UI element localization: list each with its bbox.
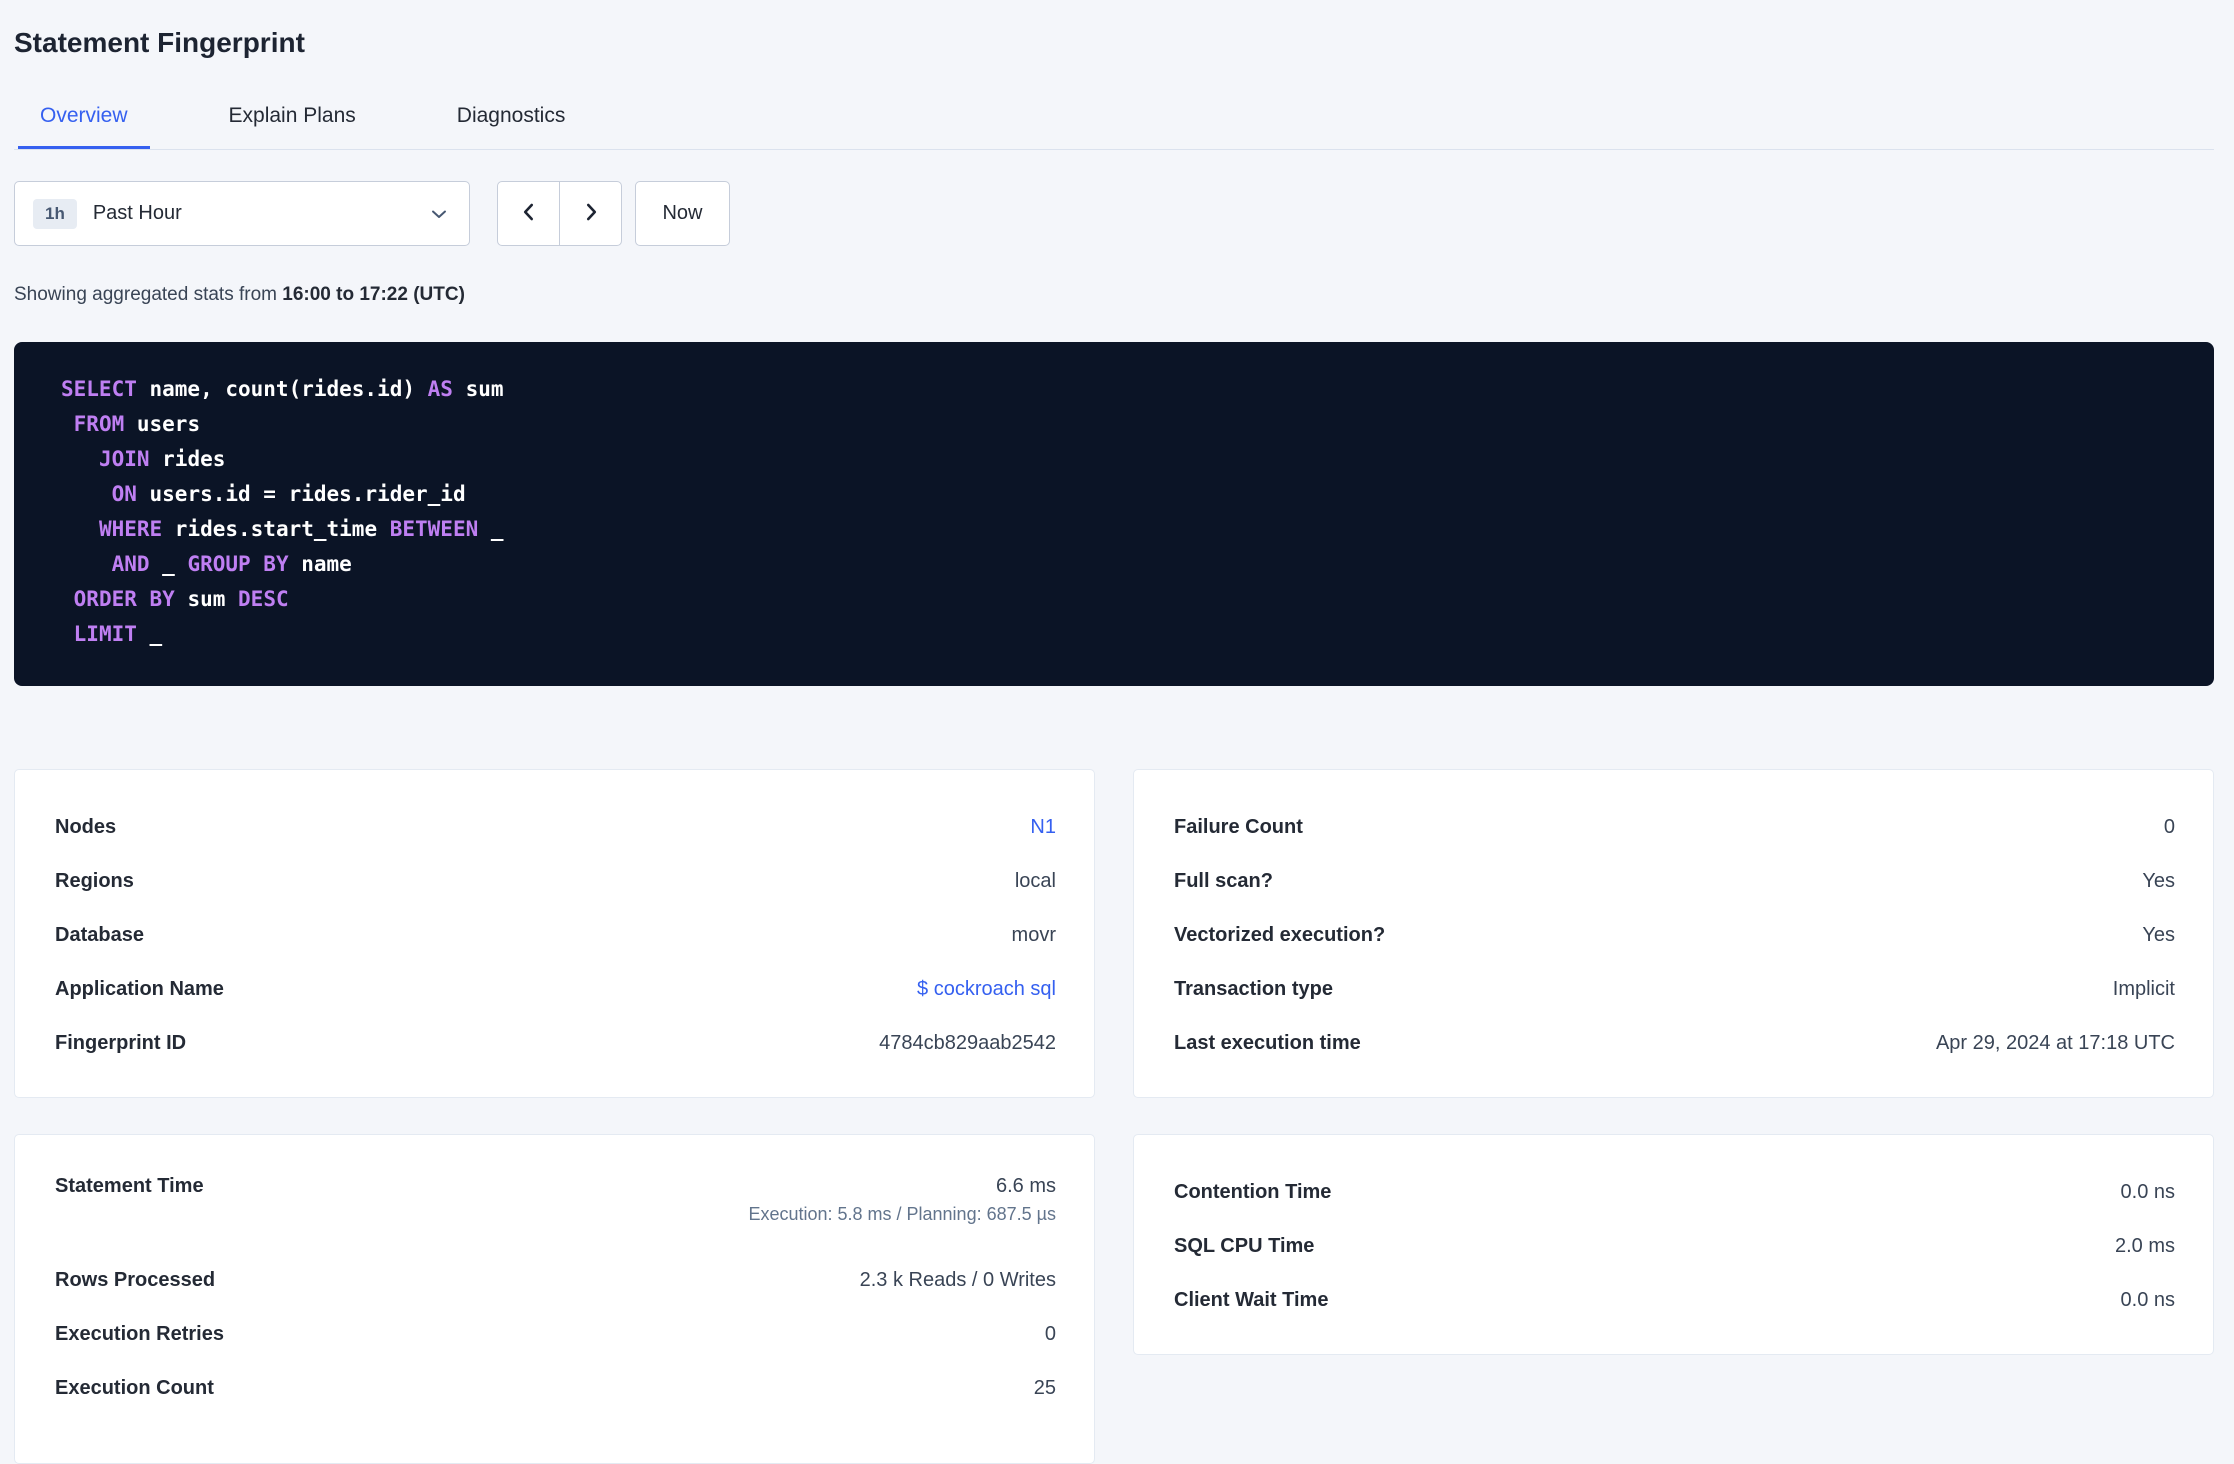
summary-cards: Nodes N1 Regions local Database movr Applicati… — [14, 769, 2214, 1464]
sql-line: FROM users — [73, 412, 201, 436]
row-value: 0.0 ns — [2120, 1288, 2175, 1311]
card-row: Transaction type Implicit — [1174, 962, 2175, 1016]
sql-line: LIMIT _ — [73, 622, 163, 646]
tab-overview[interactable]: Overview — [18, 85, 150, 149]
sql-line: SELECT name, count(rides.id) AS sum — [61, 377, 504, 401]
next-range-button[interactable] — [559, 181, 622, 246]
card-row: Application Name $ cockroach sql — [55, 962, 1056, 1016]
sql-line: JOIN rides — [98, 447, 226, 471]
card-row: Rows Processed 2.3 k Reads / 0 Writes — [55, 1253, 1056, 1307]
row-label: Regions — [55, 869, 134, 892]
card-row: Contention Time 0.0 ns — [1174, 1165, 2175, 1219]
tab-bar: Overview Explain Plans Diagnostics — [14, 85, 2214, 150]
row-value: Yes — [2142, 923, 2175, 946]
card-row: Execution Count 25 — [55, 1361, 1056, 1415]
row-label: Last execution time — [1174, 1031, 1361, 1054]
row-label: Rows Processed — [55, 1268, 216, 1291]
stats-line-range: 16:00 to 17:22 (UTC) — [282, 284, 465, 305]
card-row: Nodes N1 — [55, 800, 1056, 854]
row-label: Fingerprint ID — [55, 1031, 187, 1054]
summary-card-statement-times: Statement Time 6.6 ms Execution: 5.8 ms / … — [14, 1134, 1095, 1464]
row-value: Apr 29, 2024 at 17:18 UTC — [1935, 1031, 2175, 1054]
chevron-right-icon — [578, 199, 604, 228]
row-label: Database — [55, 923, 144, 946]
row-value: 2.3 k Reads / 0 Writes — [859, 1268, 1056, 1291]
chevron-left-icon — [516, 199, 542, 228]
row-value: local — [1014, 869, 1056, 892]
row-value: Implicit — [2112, 977, 2175, 1000]
chevron-down-icon — [427, 202, 451, 226]
sql-line: AND _ GROUP BY name — [111, 552, 352, 576]
row-label: Client Wait Time — [1174, 1288, 1329, 1311]
card-row: Last execution time Apr 29, 2024 at 17:18… — [1174, 1016, 2175, 1070]
tab-explain-plans[interactable]: Explain Plans — [207, 85, 378, 149]
row-value: 4784cb829aab2542 — [879, 1031, 1056, 1054]
card-row: SQL CPU Time 2.0 ms — [1174, 1219, 2175, 1273]
card-row: Statement Time 6.6 ms Execution: 5.8 ms / … — [55, 1165, 1056, 1253]
row-label: Statement Time — [55, 1175, 204, 1197]
row-label: Nodes — [55, 815, 117, 838]
row-value: movr — [1011, 923, 1056, 946]
row-label: Application Name — [55, 977, 224, 1000]
row-label: SQL CPU Time — [1174, 1234, 1315, 1257]
row-label: Full scan? — [1174, 869, 1273, 892]
card-row: Database movr — [55, 908, 1056, 962]
row-label: Execution Retries — [55, 1322, 224, 1345]
card-row: Regions local — [55, 854, 1056, 908]
card-row: Failure Count 0 — [1174, 800, 2175, 854]
card-row: Full scan? Yes — [1174, 854, 2175, 908]
row-label: Failure Count — [1174, 815, 1303, 838]
tab-diagnostics[interactable]: Diagnostics — [435, 85, 588, 149]
card-row: Vectorized execution? Yes — [1174, 908, 2175, 962]
row-value-link[interactable]: N1 — [1030, 816, 1056, 839]
sql-line: WHERE rides.start_time BETWEEN _ — [98, 517, 504, 541]
sql-code: SELECT name, count(rides.id) AS sum FROM… — [61, 372, 2174, 652]
summary-card-details: Nodes N1 Regions local Database movr Applicati… — [14, 769, 1095, 1098]
row-label: Vectorized execution? — [1174, 923, 1386, 946]
range-step-buttons — [497, 181, 622, 246]
row-label: Transaction type — [1174, 977, 1333, 1000]
row-value: 0.0 ns — [2120, 1180, 2175, 1203]
row-value: 25 — [1033, 1376, 1056, 1399]
row-value: Yes — [2142, 869, 2175, 892]
page-container: Statement Fingerprint Overview Explain Pl… — [14, 0, 2214, 1464]
range-label: Past Hour — [92, 202, 182, 224]
row-value: 2.0 ms — [2114, 1234, 2175, 1257]
row-label: Execution Count — [55, 1376, 214, 1399]
stats-line-prefix: Showing aggregated stats from — [14, 284, 283, 305]
interval-badge: 1h — [33, 198, 77, 229]
row-value: 0 — [2163, 815, 2175, 838]
summary-card-wait-times: Contention Time 0.0 ns SQL CPU Time 2.0 ms C… — [1133, 1134, 2214, 1355]
sql-line: ORDER BY sum DESC — [73, 587, 289, 611]
row-value: 0 — [1044, 1322, 1056, 1345]
page-title: Statement Fingerprint — [14, 27, 305, 58]
time-range-toolbar: 1h Past Hour Now — [14, 181, 2214, 246]
sql-statement-box: SELECT name, count(rides.id) AS sum FROM… — [14, 342, 2214, 686]
card-row: Fingerprint ID 4784cb829aab2542 — [55, 1016, 1056, 1070]
row-value-link[interactable]: $ cockroach sql — [917, 978, 1056, 1001]
card-row: Execution Retries 0 — [55, 1307, 1056, 1361]
row-subtext: Execution: 5.8 ms / Planning: 687.5 µs — [748, 1204, 1056, 1224]
summary-card-execution-attributes: Failure Count 0 Full scan? Yes Vectorized ex… — [1133, 769, 2214, 1098]
prev-range-button[interactable] — [497, 181, 560, 246]
time-range-dropdown[interactable]: 1h Past Hour — [14, 181, 470, 246]
sql-line: ON users.id = rides.rider_id — [111, 482, 466, 506]
row-label: Contention Time — [1174, 1180, 1332, 1203]
row-value: 6.6 ms — [995, 1175, 1056, 1197]
now-button[interactable]: Now — [635, 181, 730, 246]
card-row: Client Wait Time 0.0 ns — [1174, 1273, 2175, 1327]
aggregated-stats-line: Showing aggregated stats from 16:00 to 1… — [14, 282, 2214, 308]
